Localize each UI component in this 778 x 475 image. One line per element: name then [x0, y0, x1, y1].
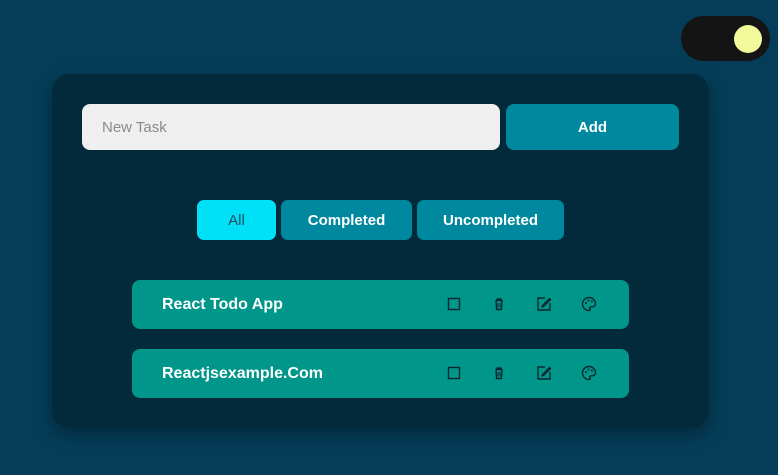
- todo-item: Reactjsexample.Com: [132, 349, 629, 398]
- todo-card: Add All Completed Uncompleted React Todo…: [52, 74, 709, 428]
- edit-icon[interactable]: [534, 294, 554, 314]
- checkbox-icon[interactable]: [444, 294, 464, 314]
- trash-icon[interactable]: [489, 294, 509, 314]
- theme-toggle-knob: [734, 25, 762, 53]
- filter-all-button[interactable]: All: [197, 200, 276, 240]
- add-task-button[interactable]: Add: [506, 104, 679, 150]
- edit-icon[interactable]: [534, 363, 554, 383]
- trash-icon[interactable]: [489, 363, 509, 383]
- theme-toggle[interactable]: [681, 16, 770, 61]
- todo-item: React Todo App: [132, 280, 629, 329]
- checkbox-icon[interactable]: [444, 363, 464, 383]
- palette-icon[interactable]: [579, 363, 599, 383]
- palette-icon[interactable]: [579, 294, 599, 314]
- new-task-input[interactable]: [82, 104, 500, 150]
- todo-text: Reactjsexample.Com: [162, 365, 323, 382]
- filter-completed-button[interactable]: Completed: [281, 200, 412, 240]
- filter-uncompleted-button[interactable]: Uncompleted: [417, 200, 564, 240]
- todo-text: React Todo App: [162, 296, 283, 313]
